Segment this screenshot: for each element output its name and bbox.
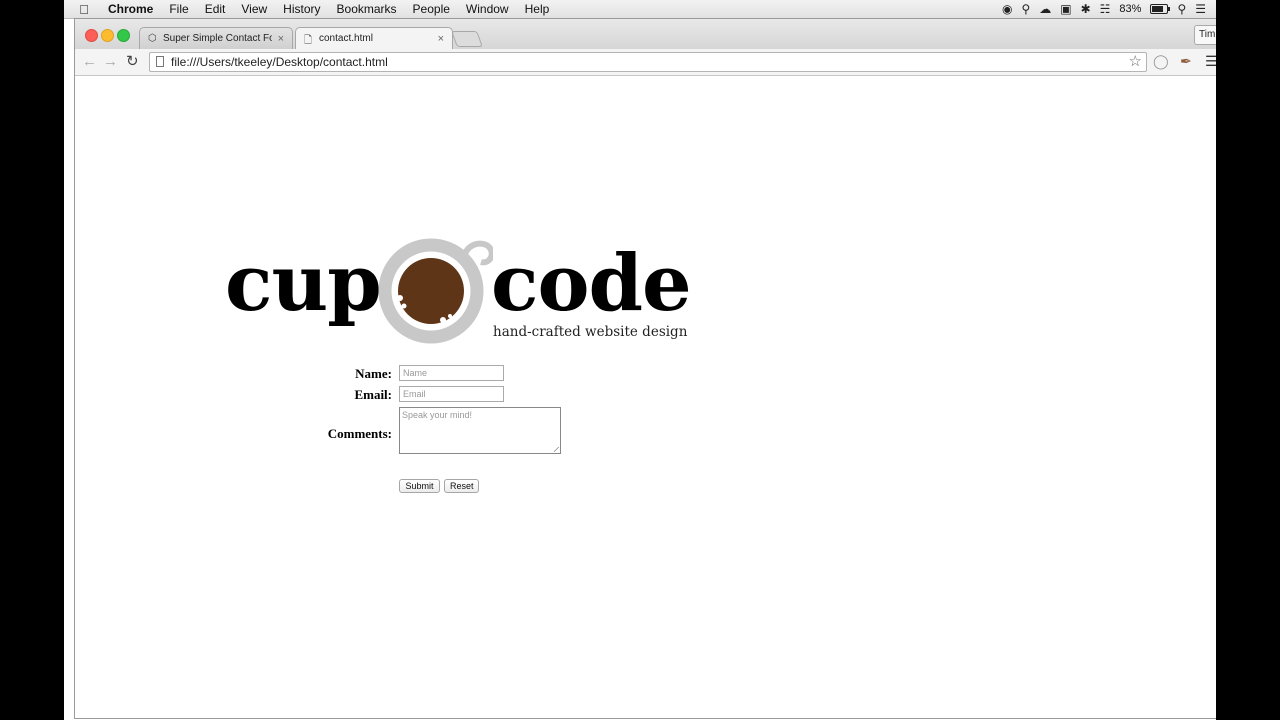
wifi-icon[interactable]: ☵ [1100,2,1111,16]
menu-view[interactable]: View [233,0,275,18]
bookmark-star-icon[interactable]: ☆ [1129,53,1142,71]
page-icon [156,56,164,67]
apple-icon[interactable]:  [64,2,104,17]
menu-bar:  Chrome File Edit View History Bookmark… [64,0,1216,19]
tab-close-icon[interactable]: × [438,33,444,45]
email-label: Email: [354,387,392,402]
browser-window: ⬡ Super Simple Contact Form × 🗋 contact.… [74,18,1216,719]
reset-button[interactable]: Reset [444,479,479,493]
email-input[interactable]: Email [399,386,504,402]
window-maximize-button[interactable] [117,29,130,42]
cup-of-code-logo: cup code hand-crafted website design [225,236,695,351]
menu-file[interactable]: File [161,0,196,18]
browser-toolbar: ← → ↻ file:///Users/tkeeley/Desktop/cont… [75,49,1216,76]
status-app-icon[interactable]: ◉ [1002,2,1012,16]
page-viewport: cup code hand-crafted website design Nam… [75,76,1216,718]
comments-textarea[interactable]: Speak your mind! [399,407,561,454]
tab-contact-html[interactable]: 🗋 contact.html × [295,27,453,49]
menu-help[interactable]: Help [517,0,558,18]
forward-arrow-icon[interactable]: → [103,53,118,71]
bluetooth-icon[interactable]: ✱ [1081,2,1091,16]
battery-icon[interactable] [1150,4,1171,14]
screen:  Chrome File Edit View History Bookmark… [64,0,1216,720]
chrome-menu-icon[interactable]: ☰ [1205,53,1216,70]
address-bar[interactable]: file:///Users/tkeeley/Desktop/contact.ht… [149,52,1147,72]
tab-super-simple-contact-form[interactable]: ⬡ Super Simple Contact Form × [139,27,293,49]
logo-tagline: hand-crafted website design [493,324,688,340]
logo-word-code: code [491,238,692,329]
broadcast-icon[interactable]: ⚲ [1021,2,1030,16]
extension-icon[interactable]: ◯ [1153,53,1169,70]
submit-button[interactable]: Submit [399,479,440,493]
page-icon: 🗋 [304,35,313,46]
tab-title: Super Simple Contact Form [163,33,272,44]
battery-percent: 83% [1119,3,1142,15]
menu-history[interactable]: History [275,0,328,18]
menu-app-name[interactable]: Chrome [104,0,161,18]
cloud-icon[interactable]: ☁ [1039,2,1051,16]
menu-people[interactable]: People [405,0,458,18]
url-text[interactable]: file:///Users/tkeeley/Desktop/contact.ht… [171,53,388,71]
airplay-icon[interactable]: ▣ [1060,2,1071,16]
codepen-icon: ⬡ [148,33,157,44]
profile-button[interactable]: Tim [1194,25,1216,45]
back-arrow-icon[interactable]: ← [82,53,97,71]
coffee-cup-icon [378,238,493,344]
reload-icon[interactable]: ↻ [126,53,139,71]
window-minimize-button[interactable] [101,29,114,42]
tab-title: contact.html [319,33,373,44]
list-icon[interactable]: ☰ [1195,2,1206,16]
new-tab-button[interactable] [451,31,483,47]
menu-bookmarks[interactable]: Bookmarks [329,0,405,18]
menu-window[interactable]: Window [458,0,517,18]
resize-handle-icon[interactable] [554,447,559,452]
eyedropper-extension-icon[interactable]: ✒ [1180,53,1192,70]
search-icon[interactable]: ⚲ [1177,2,1186,16]
menu-edit[interactable]: Edit [197,0,234,18]
comments-placeholder: Speak your mind! [402,410,473,420]
tab-strip: ⬡ Super Simple Contact Form × 🗋 contact.… [75,19,1216,49]
name-label: Name: [355,366,392,381]
logo-word-cup: cup [225,238,382,329]
status-area: ◉ ⚲ ☁ ▣ ✱ ☵ 83% ⚲ ☰ [1002,2,1216,16]
comments-label: Comments: [327,426,392,441]
tab-close-icon[interactable]: × [278,33,284,45]
name-input[interactable]: Name [399,365,504,381]
window-close-button[interactable] [85,29,98,42]
